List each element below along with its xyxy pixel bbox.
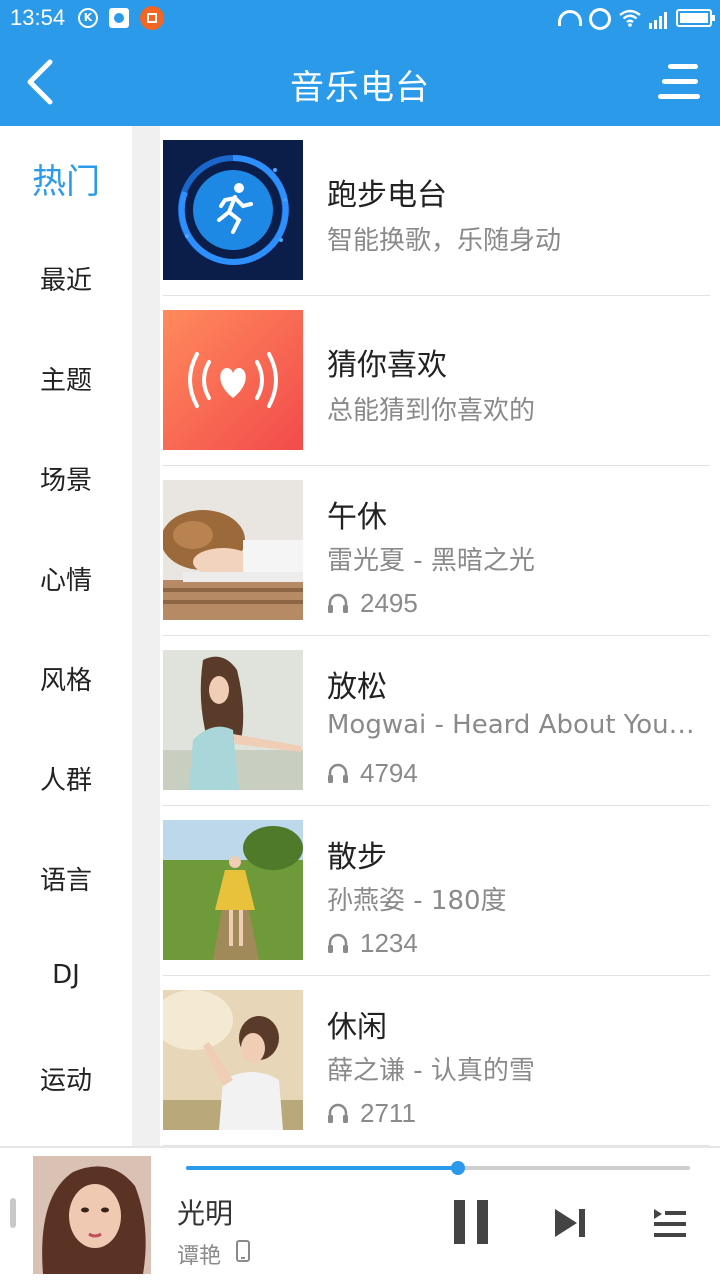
- page-title: 音乐电台: [290, 68, 430, 108]
- category-hot[interactable]: 热门: [0, 154, 132, 203]
- station-title: 跑步电台: [327, 178, 447, 213]
- song-title: 光明: [177, 1197, 234, 1230]
- menu-icon: [658, 64, 700, 99]
- station-item[interactable]: 休闲 薛之谦 - 认真的雪 2711: [160, 976, 720, 1146]
- signal-icon: [649, 12, 667, 29]
- k-icon: K: [78, 8, 98, 28]
- category-mood[interactable]: 心情: [0, 560, 132, 597]
- headphone-icon: [328, 1103, 348, 1123]
- sleeping-boy-thumbnail: [163, 480, 303, 620]
- headphone-icon: [328, 763, 348, 783]
- station-subtitle: 雷光夏 - 黑暗之光: [327, 546, 535, 576]
- mini-player: 光明 谭艳: [0, 1146, 720, 1280]
- song-artist: 谭艳: [177, 1244, 222, 1269]
- station-subtitle: 智能换歌，乐随身动: [327, 226, 562, 256]
- station-title: 放松: [327, 670, 387, 705]
- category-recent[interactable]: 最近: [0, 260, 132, 297]
- station-title: 休闲: [327, 1010, 387, 1045]
- category-language[interactable]: 语言: [0, 860, 132, 897]
- station-subtitle: Mogwai - Heard About You Last Night: [327, 710, 697, 740]
- menu-button[interactable]: [658, 62, 702, 102]
- sidebar-divider: [132, 126, 160, 1146]
- phone-icon: [236, 1240, 250, 1262]
- progress-fill: [186, 1166, 459, 1170]
- station-title: 散步: [327, 840, 387, 875]
- station-title: 猜你喜欢: [327, 348, 447, 383]
- battery-icon: [676, 9, 715, 27]
- headphone-icon: [328, 593, 348, 613]
- headphone-icon: [328, 933, 348, 953]
- listen-count-value: 2711: [360, 1098, 416, 1128]
- alarm-icon: [589, 8, 611, 30]
- album-cover[interactable]: [33, 1156, 151, 1274]
- station-item[interactable]: 放松 Mogwai - Heard About You Last Night 4…: [160, 636, 720, 806]
- station-item[interactable]: 跑步电台 智能换歌，乐随身动: [160, 126, 720, 296]
- station-item[interactable]: 午休 雷光夏 - 黑暗之光 2495: [160, 466, 720, 636]
- station-item[interactable]: 散步 孙燕姿 - 180度 1234: [160, 806, 720, 976]
- status-time: 13:54: [10, 5, 66, 30]
- category-dj[interactable]: DJ: [0, 960, 132, 990]
- walking-woman-thumbnail: [163, 820, 303, 960]
- title-bar: 音乐电台: [0, 36, 720, 126]
- station-title: 午休: [327, 500, 387, 535]
- category-scene[interactable]: 场景: [0, 460, 132, 497]
- category-theme[interactable]: 主题: [0, 360, 132, 397]
- relaxing-woman-thumbnail: [163, 650, 303, 790]
- queue-icon: [654, 1209, 686, 1237]
- category-sidebar: 热门 最近 主题 场景 心情 风格 人群 语言 DJ 运动: [0, 126, 132, 1146]
- leisure-woman-thumbnail: [163, 990, 303, 1130]
- status-bar: 13:54 K: [0, 0, 720, 36]
- station-subtitle: 薛之谦 - 认真的雪: [327, 1056, 535, 1086]
- heart-broadcast-thumbnail: [163, 310, 303, 450]
- listen-count-value: 2495: [360, 588, 418, 618]
- station-subtitle: 总能猜到你喜欢的: [327, 396, 536, 426]
- category-sport[interactable]: 运动: [0, 1060, 132, 1097]
- listen-count-value: 1234: [360, 928, 418, 958]
- orange-app-icon: [140, 6, 164, 30]
- listen-count-value: 4794: [360, 758, 418, 788]
- running-thumbnail: [163, 140, 303, 280]
- station-item[interactable]: 猜你喜欢 总能猜到你喜欢的: [160, 296, 720, 466]
- station-list: 跑步电台 智能换歌，乐随身动 猜你喜欢 总能猜到你喜欢的 午休 雷光夏 - 黑暗…: [160, 126, 720, 1146]
- station-subtitle: 孙燕姿 - 180度: [327, 886, 507, 916]
- queue-button[interactable]: [654, 1208, 686, 1238]
- progress-bar[interactable]: [186, 1161, 690, 1175]
- category-style[interactable]: 风格: [0, 660, 132, 697]
- pause-button[interactable]: [454, 1200, 488, 1244]
- progress-knob[interactable]: [451, 1161, 466, 1175]
- next-icon: [555, 1209, 585, 1237]
- drag-handle[interactable]: [10, 1198, 16, 1228]
- headphone-icon: [558, 10, 582, 26]
- category-crowd[interactable]: 人群: [0, 760, 132, 797]
- wifi-icon: [619, 9, 641, 27]
- next-button[interactable]: [553, 1208, 587, 1238]
- baidu-paw-icon: [109, 8, 129, 28]
